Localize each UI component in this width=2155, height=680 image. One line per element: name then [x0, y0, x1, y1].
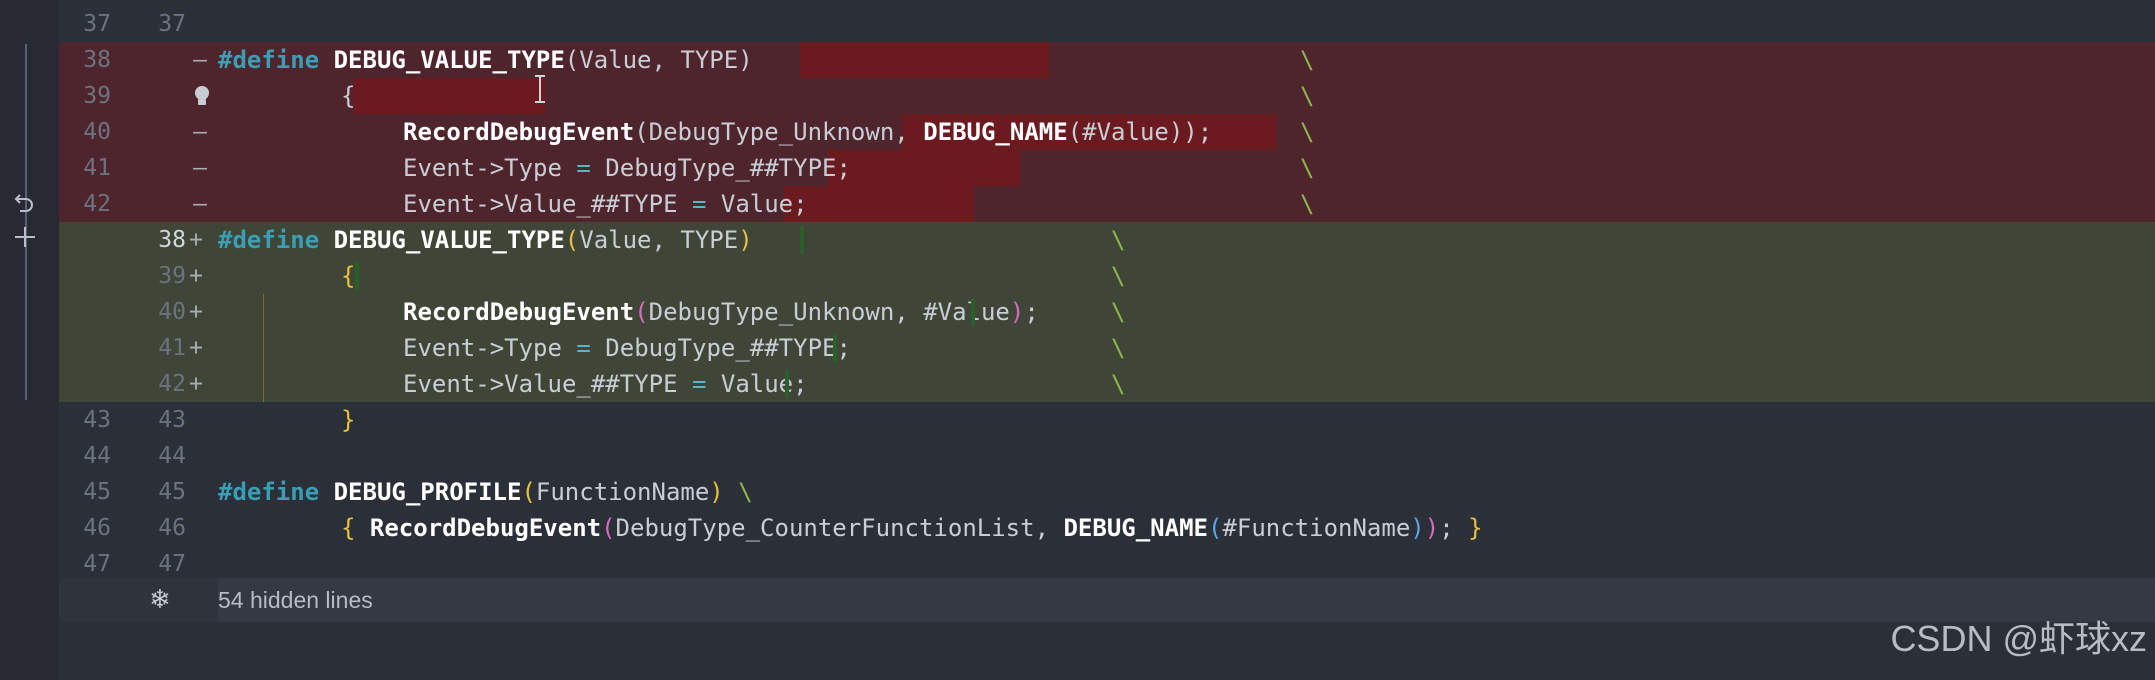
line-continuation: \ [1300, 46, 1315, 74]
code-text: #define DEBUG_VALUE_TYPE(Value, TYPE) [218, 226, 753, 254]
added-marker: + [189, 335, 203, 361]
watermark: CSDN @虾球xz [1890, 618, 2147, 659]
code-text: RecordDebugEvent(DebugType_Unknown, #Val… [403, 298, 1039, 326]
old-line-number: 44 [83, 443, 111, 469]
deleted-highlight [784, 186, 974, 222]
old-line-number: 47 [83, 551, 111, 577]
deleted-line[interactable]: 38 — #define DEBUG_VALUE_TYPE(Value, TYP… [59, 42, 2155, 78]
code-text: Event->Type = DebugType_##TYPE; [403, 334, 851, 362]
deleted-line[interactable]: 42 — Event->Value_##TYPE = Value; \ [59, 186, 2155, 222]
code-line[interactable]: 44 44 [59, 438, 2155, 474]
added-highlight [971, 298, 975, 326]
code-line[interactable]: 47 47 [59, 546, 2155, 582]
line-continuation: \ [1111, 298, 1126, 326]
deleted-line[interactable]: 40 — RecordDebugEvent(DebugType_Unknown,… [59, 114, 2155, 150]
code-line[interactable]: 43 43 } [59, 402, 2155, 438]
code-text: #define DEBUG_PROFILE(FunctionName) \ [218, 478, 753, 506]
old-line-number: 43 [83, 407, 111, 433]
old-line-number: 40 [83, 119, 111, 145]
added-highlight [800, 226, 804, 254]
old-line-number: 38 [83, 47, 111, 73]
added-line[interactable]: 39 + { \ [59, 258, 2155, 294]
new-line-number: 39 [158, 263, 186, 289]
text-cursor-icon [535, 75, 545, 103]
line-continuation: \ [1111, 370, 1126, 398]
old-line-number: 45 [83, 479, 111, 505]
code-text: { [341, 82, 356, 110]
old-line-number: 41 [83, 155, 111, 181]
deleted-line[interactable]: 41 — Event->Type = DebugType_##TYPE; \ [59, 150, 2155, 186]
added-marker: + [189, 299, 203, 325]
new-line-number: 38 [158, 227, 186, 253]
indent-guide [263, 294, 264, 402]
change-indicator-bar [25, 44, 27, 400]
code-text: RecordDebugEvent(DebugType_Unknown, DEBU… [403, 118, 1213, 146]
code-text: Event->Value_##TYPE = Value; [403, 190, 808, 218]
new-line-number: 40 [158, 299, 186, 325]
revert-icon[interactable] [12, 190, 38, 216]
deleted-highlight [353, 78, 545, 114]
line-continuation: \ [1111, 334, 1126, 362]
added-line[interactable]: 40 + RecordDebugEvent(DebugType_Unknown,… [59, 294, 2155, 330]
old-line-number: 39 [83, 83, 111, 109]
added-line[interactable]: 41 + Event->Type = DebugType_##TYPE; \ [59, 330, 2155, 366]
new-line-number: 46 [158, 515, 186, 541]
added-highlight [833, 334, 837, 362]
code-text: } [341, 406, 356, 434]
code-text: Event->Value_##TYPE = Value; [403, 370, 808, 398]
code-line[interactable]: 45 45 #define DEBUG_PROFILE(FunctionName… [59, 474, 2155, 510]
old-line-number: 37 [83, 11, 111, 37]
snowflake-icon[interactable]: ❄ [146, 586, 174, 614]
new-line-number: 47 [158, 551, 186, 577]
code-text: #define DEBUG_VALUE_TYPE(Value, TYPE) [218, 46, 753, 74]
code-text: { [341, 262, 356, 290]
code-line[interactable]: 37 37 [59, 6, 2155, 42]
left-gutter-strip [0, 0, 59, 680]
deleted-highlight [828, 150, 1020, 186]
added-line[interactable]: 42 + Event->Value_##TYPE = Value; \ [59, 366, 2155, 402]
add-icon[interactable] [12, 224, 38, 250]
line-continuation: \ [1300, 118, 1315, 146]
line-continuation: \ [1111, 226, 1126, 254]
added-line[interactable]: 38 + #define DEBUG_VALUE_TYPE(Value, TYP… [59, 222, 2155, 258]
new-line-number: 37 [158, 11, 186, 37]
new-line-number: 43 [158, 407, 186, 433]
added-marker: + [189, 263, 203, 289]
deleted-line[interactable]: 39 { \ [59, 78, 2155, 114]
old-line-number: 46 [83, 515, 111, 541]
added-highlight [355, 262, 359, 290]
deleted-marker: — [193, 155, 207, 181]
line-continuation: \ [1111, 262, 1126, 290]
added-marker: + [189, 371, 203, 397]
deleted-marker: — [193, 119, 207, 145]
hidden-lines-bar[interactable] [59, 578, 2155, 622]
added-marker: + [189, 227, 203, 253]
old-line-number: 42 [83, 191, 111, 217]
deleted-highlight [800, 42, 1049, 78]
new-line-number: 44 [158, 443, 186, 469]
line-continuation: \ [1300, 82, 1315, 110]
code-line[interactable]: 46 46 { RecordDebugEvent(DebugType_Count… [59, 510, 2155, 546]
line-continuation: \ [1300, 154, 1315, 182]
hidden-lines-gutter [59, 578, 218, 622]
new-line-number: 45 [158, 479, 186, 505]
code-text: Event->Type = DebugType_##TYPE; [403, 154, 851, 182]
code-text: { RecordDebugEvent(DebugType_CounterFunc… [341, 514, 1483, 542]
hidden-lines-label[interactable]: 54 hidden lines [218, 578, 373, 622]
new-line-number: 41 [158, 335, 186, 361]
added-highlight [785, 370, 789, 398]
new-line-number: 42 [158, 371, 186, 397]
line-continuation: \ [1300, 190, 1315, 218]
deleted-marker: — [193, 47, 207, 73]
lightbulb-icon[interactable] [192, 85, 212, 107]
deleted-marker: — [193, 191, 207, 217]
